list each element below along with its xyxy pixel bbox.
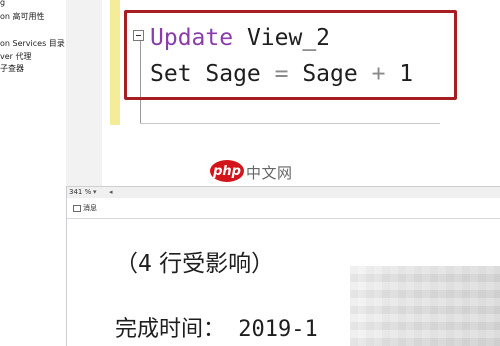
results-tab-bar: 消息	[67, 198, 500, 219]
rows-affected-text: 行受影响）	[151, 251, 275, 277]
completion-value: 2019-1	[225, 317, 318, 342]
outline-end-line	[140, 123, 440, 124]
change-tracking-bar	[110, 0, 120, 125]
tab-messages[interactable]: 消息	[71, 201, 99, 215]
tree-item-sql-server-agent[interactable]: ver 代理	[0, 52, 32, 62]
rows-affected-message: （4 行受影响）	[115, 249, 274, 279]
rows-affected-count: （4	[115, 251, 152, 277]
messages-pane[interactable]: （4 行受影响） 完成时间： 2019-1	[67, 219, 500, 346]
object-explorer-tree[interactable]: g on 高可用性 on Services 目录 ver 代理 子查器	[0, 0, 67, 346]
messages-icon	[73, 204, 81, 212]
completion-time-message: 完成时间： 2019-1	[115, 315, 318, 345]
tree-item-high-availability[interactable]: on 高可用性	[0, 12, 45, 22]
zoom-level[interactable]: 341 %	[69, 187, 91, 198]
completion-label: 完成时间：	[115, 317, 226, 342]
tab-messages-label: 消息	[83, 204, 97, 212]
tree-item[interactable]: g	[0, 0, 5, 8]
zoom-dropdown-icon[interactable]: ▾	[93, 187, 97, 198]
highlight-box	[124, 10, 457, 100]
editor-gutter	[66, 0, 102, 186]
php-logo: php	[210, 160, 244, 182]
blurred-region	[350, 266, 500, 346]
watermark-text: 中文网	[246, 164, 293, 182]
tree-item-integration-services[interactable]: on Services 目录	[0, 39, 65, 49]
tree-item-xevent-profiler[interactable]: 子查器	[0, 64, 24, 74]
scroll-left-icon[interactable]: ◂	[109, 187, 113, 198]
